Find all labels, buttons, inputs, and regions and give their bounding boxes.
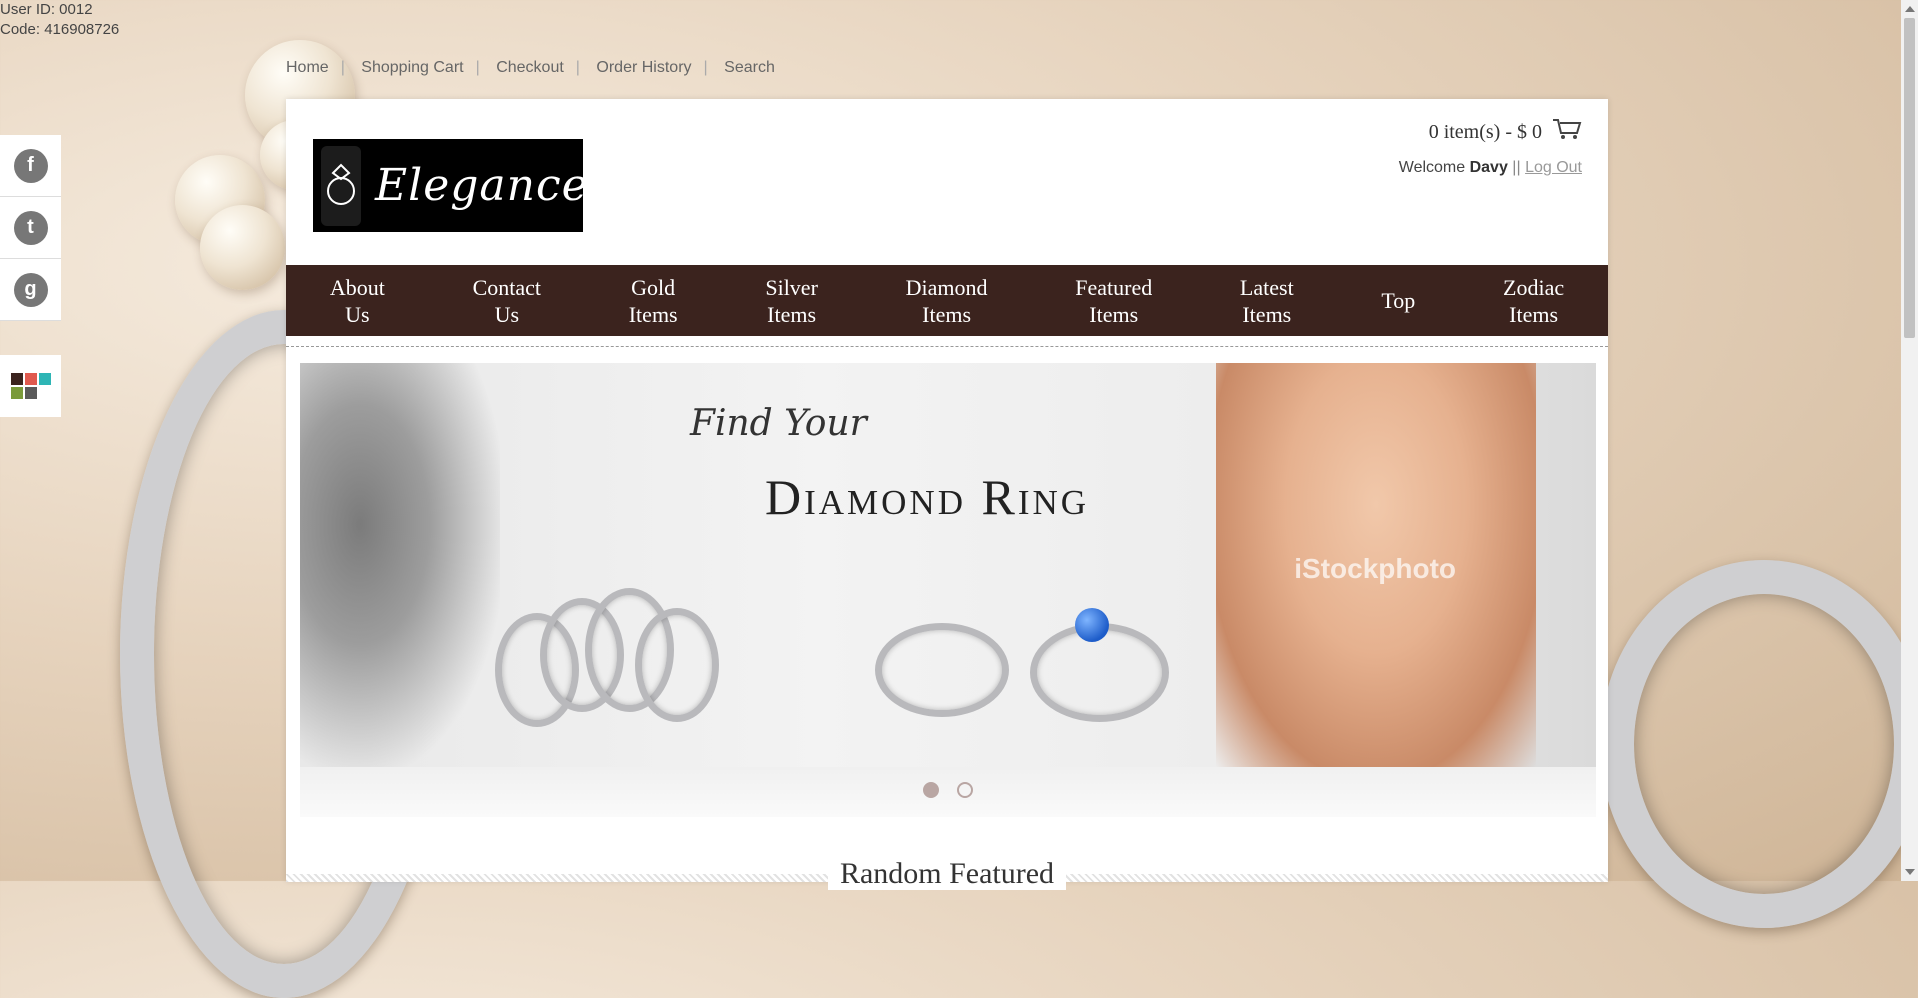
color-swatch: [10, 387, 23, 399]
banner-script-text: Find Your: [690, 403, 867, 444]
nav-latest-items[interactable]: Latest Items: [1240, 274, 1294, 328]
banner-title: Diamond Ring: [765, 469, 1090, 525]
ring-image: [635, 608, 719, 722]
social-twitter[interactable]: t: [0, 197, 61, 259]
welcome-prefix: Welcome: [1398, 159, 1466, 176]
color-switcher-button[interactable]: [0, 355, 61, 417]
slide-dot-1[interactable]: [923, 782, 939, 798]
nav-featured-items[interactable]: Featured Items: [1075, 274, 1152, 328]
slide-dot-2[interactable]: [957, 782, 973, 798]
nav-silver-items[interactable]: Silver Items: [765, 274, 818, 328]
facebook-icon: f: [13, 148, 48, 183]
section-title: Random Featured: [286, 857, 1608, 891]
logo-text: Elegance: [375, 160, 589, 211]
banner-pagination: [300, 767, 1596, 817]
palette-icon: [10, 373, 51, 399]
cart-summary[interactable]: 0 item(s) - $ 0: [1429, 117, 1582, 147]
main-container: Elegance 0 item(s) - $ 0 Welcome Davy ||…: [286, 99, 1608, 890]
color-swatch: [24, 387, 37, 399]
site-logo[interactable]: Elegance: [313, 139, 588, 232]
google-icon: g: [13, 272, 48, 307]
welcome-line: Welcome Davy || Log Out: [1399, 159, 1582, 177]
nav-contact-us[interactable]: Contact Us: [473, 274, 541, 328]
pearl-decoration: [200, 205, 285, 290]
nav-zodiac-items[interactable]: Zodiac Items: [1503, 274, 1564, 328]
pearl-decoration: [175, 155, 265, 245]
logout-link[interactable]: Log Out: [1525, 159, 1582, 176]
shopping-cart-icon: [1552, 117, 1582, 147]
welcome-separator: ||: [1512, 159, 1521, 176]
color-swatch: [10, 373, 23, 385]
user-info: User ID: 0012 Code: 416908726: [0, 0, 119, 40]
top-links: Home | Shopping Cart | Checkout | Order His…: [286, 59, 775, 76]
link-checkout[interactable]: Checkout: [496, 59, 564, 76]
social-bar: f t g: [0, 135, 61, 321]
color-swatch: [38, 373, 51, 385]
user-code: Code: 416908726: [0, 21, 120, 38]
link-shopping-cart[interactable]: Shopping Cart: [361, 59, 463, 76]
link-home[interactable]: Home: [286, 59, 329, 76]
ring-emblem-icon: [321, 145, 361, 226]
banner-watermark: iStockphoto: [1294, 553, 1456, 584]
nav-top[interactable]: Top: [1381, 287, 1415, 314]
color-swatch: [24, 373, 37, 385]
nav-diamond-items[interactable]: Diamond Items: [906, 274, 988, 328]
twitter-icon: t: [13, 210, 48, 245]
pearl-ring-image: [875, 623, 1009, 717]
sapphire-gem: [1075, 608, 1109, 642]
cart-summary-text: 0 item(s) - $ 0: [1428, 120, 1542, 143]
nav-divider: [286, 346, 1608, 347]
scroll-up-arrow-icon[interactable]: [1905, 6, 1915, 12]
social-facebook[interactable]: f: [0, 135, 61, 197]
nav-gold-items[interactable]: Gold Items: [629, 274, 678, 328]
scroll-down-arrow-icon[interactable]: [1905, 869, 1915, 875]
silver-ring-decoration: [1600, 560, 1918, 928]
link-order-history[interactable]: Order History: [596, 59, 691, 76]
scroll-thumb[interactable]: [1904, 18, 1915, 338]
user-name: Davy: [1469, 159, 1508, 176]
page-scrollbar[interactable]: [1901, 0, 1918, 881]
nav-about-us[interactable]: About Us: [330, 274, 385, 328]
user-id: User ID: 0012: [0, 1, 93, 18]
link-search[interactable]: Search: [724, 59, 775, 76]
social-google[interactable]: g: [0, 259, 61, 321]
main-nav: About Us Contact Us Gold Items Silver It…: [286, 265, 1608, 336]
foliage-decoration: [300, 363, 500, 767]
hero-banner[interactable]: Find Your Diamond Ring iStockphoto: [300, 363, 1596, 767]
